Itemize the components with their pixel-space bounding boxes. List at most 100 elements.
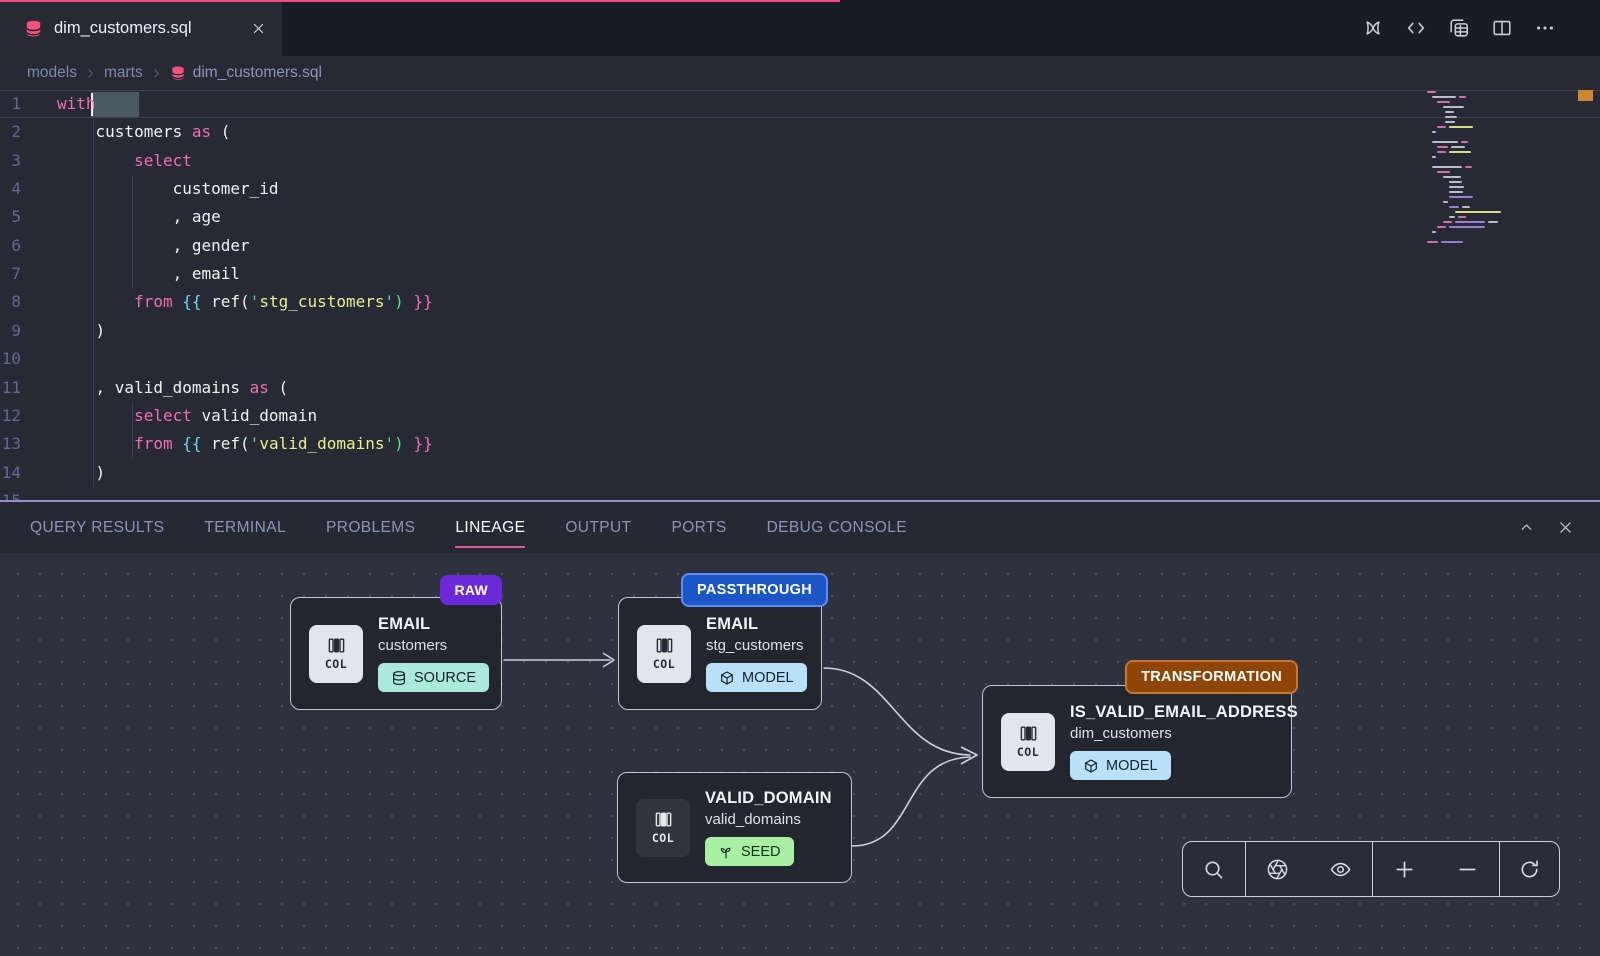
seed-badge: SEED [705, 837, 794, 866]
code-token: , age [57, 207, 221, 226]
tab-title: dim_customers.sql [54, 19, 240, 38]
lineage-node-valid_domains[interactable]: COL VALID_DOMAIN valid_domains SEED [617, 772, 852, 883]
search-icon[interactable] [1202, 858, 1225, 881]
code-token: ) [57, 321, 105, 340]
code-token: ') [385, 292, 404, 311]
code-token: ' [250, 292, 260, 311]
code-token: as [250, 378, 269, 397]
code-token: ' [250, 434, 260, 453]
column-chip: COL [636, 799, 690, 857]
chevron-up-icon[interactable] [1518, 519, 1535, 536]
panel-actions [1518, 502, 1600, 553]
code-icon[interactable] [1405, 17, 1427, 39]
code-line: 11 , valid_domains as ( [0, 374, 1600, 402]
line-number: 3 [0, 147, 57, 175]
overview-ruler-marker [1578, 90, 1593, 101]
code-token: from [134, 434, 173, 453]
code-token [57, 406, 134, 425]
column-chip: COL [309, 625, 363, 683]
db-icon [170, 65, 186, 81]
code-token: customer_id [57, 179, 279, 198]
badge-label: SEED [741, 844, 781, 860]
badge-label: MODEL [1106, 758, 1158, 774]
raw-tag: RAW [440, 575, 502, 605]
model-name: customers [378, 637, 447, 654]
code-token: {{ [182, 434, 201, 453]
transformation-tag: TRANSFORMATION [1125, 660, 1298, 694]
column-name: VALID_DOMAIN [705, 789, 832, 808]
code-token: with [57, 94, 96, 113]
db-outline-icon [391, 670, 407, 686]
lineage-canvas[interactable]: COL EMAIL customers SOURCE COLEMAILstg_custo… [0, 553, 1600, 956]
lineage-node-stg_customers[interactable]: COLEMAILstg_customersMODEL [618, 597, 822, 710]
panel-tab-terminal[interactable]: TERMINAL [204, 519, 286, 537]
code-token: valid_domain [192, 406, 317, 425]
minimap[interactable] [1427, 90, 1539, 280]
breadcrumb-file[interactable]: dim_customers.sql [193, 64, 322, 82]
code-line: 12 select valid_domain [0, 402, 1600, 430]
line-number: 10 [0, 345, 57, 373]
code-token: {{ [182, 292, 201, 311]
tab-dim-customers[interactable]: dim_customers.sql [0, 0, 282, 56]
code-token: as [192, 122, 211, 141]
model-name: valid_domains [705, 811, 801, 828]
columns-icon [1019, 724, 1038, 743]
badge-label: SOURCE [414, 670, 476, 686]
column-name: EMAIL [378, 615, 430, 634]
code-token [173, 434, 183, 453]
more-icon[interactable] [1534, 17, 1556, 39]
line-number: 14 [0, 459, 57, 487]
columns-icon [654, 810, 673, 829]
line-number: 8 [0, 288, 57, 316]
source-badge: SOURCE [378, 663, 489, 692]
aperture-icon[interactable] [1266, 858, 1289, 881]
lineage-toolbar [1182, 841, 1560, 897]
code-token: valid_domains [259, 434, 384, 453]
panel-tab-output[interactable]: OUTPUT [565, 519, 631, 537]
code-line: 14 ) [0, 459, 1600, 487]
bottom-panel-tabs: QUERY RESULTS TERMINAL PROBLEMS LINEAGE OUTP… [0, 500, 1600, 553]
eye-icon[interactable] [1329, 858, 1352, 881]
code-editor[interactable]: 1with2 customers as (3 select4 customer_… [0, 90, 1600, 500]
copy-table-icon[interactable] [1448, 17, 1470, 39]
code-token [173, 292, 183, 311]
code-token [404, 292, 414, 311]
column-chip: COL [1001, 713, 1055, 771]
breadcrumb-item[interactable]: marts [104, 64, 143, 82]
refresh-icon[interactable] [1518, 858, 1541, 881]
panel-tab-query-results[interactable]: QUERY RESULTS [30, 519, 164, 537]
dbt-icon[interactable] [1362, 17, 1384, 39]
line-number: 6 [0, 232, 57, 260]
close-tab-icon[interactable] [251, 21, 266, 36]
columns-icon [655, 636, 674, 655]
code-line: 7 , email [0, 260, 1600, 288]
code-token: ) [57, 463, 105, 482]
lineage-node-customers[interactable]: COL EMAIL customers SOURCE [290, 597, 502, 710]
panel-tab-debug-console[interactable]: DEBUG CONSOLE [767, 519, 907, 537]
panel-tab-problems[interactable]: PROBLEMS [326, 519, 415, 537]
close-icon[interactable] [1557, 519, 1574, 536]
panel-tab-lineage[interactable]: LINEAGE [455, 519, 525, 537]
plus-icon[interactable] [1393, 858, 1416, 881]
panel-tab-ports[interactable]: PORTS [671, 519, 726, 537]
code-token: from [134, 292, 173, 311]
cube-icon [719, 670, 735, 686]
code-token: ( [269, 378, 288, 397]
split-editor-icon[interactable] [1491, 17, 1513, 39]
code-line: 5 , age [0, 203, 1600, 231]
editor-actions [1362, 0, 1600, 56]
code-token: ( [211, 122, 230, 141]
line-number: 1 [0, 90, 57, 118]
breadcrumb-item[interactable]: models [27, 64, 77, 82]
lineage-node-dim_customers[interactable]: COLIS_VALID_EMAIL_ADDRESSdim_customersMO… [982, 685, 1292, 798]
database-icon [24, 19, 43, 38]
cube-icon [1083, 758, 1099, 774]
code-token: select [134, 406, 192, 425]
code-token: ') [385, 434, 404, 453]
columns-icon [327, 636, 346, 655]
minus-icon[interactable] [1456, 858, 1479, 881]
tab-bar: dim_customers.sql [0, 0, 1600, 56]
seedling-icon [718, 844, 734, 860]
line-number: 11 [0, 374, 57, 402]
column-name: IS_VALID_EMAIL_ADDRESS [1070, 703, 1298, 722]
